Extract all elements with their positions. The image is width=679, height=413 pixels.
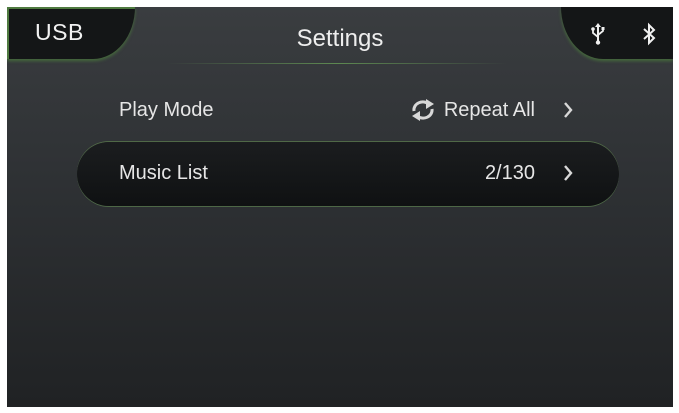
menu-item-music-list[interactable]: Music List 2/130: [77, 142, 619, 206]
title-bar: USB Settings: [7, 7, 673, 64]
title-underline: [167, 63, 507, 64]
usb-icon: [591, 23, 605, 45]
music-list-count: 2/130: [484, 162, 535, 184]
settings-screen: USB Settings Play Mode Repeat All Music …: [7, 7, 673, 407]
menu-item-play-mode[interactable]: Play Mode Repeat All: [77, 79, 619, 143]
bluetooth-icon: [643, 22, 656, 46]
play-mode-value: Repeat All: [443, 99, 535, 121]
repeat-icon: [412, 99, 434, 121]
music-list-label: Music List: [119, 162, 208, 184]
chevron-right-icon: [564, 165, 573, 181]
chevron-right-icon: [564, 102, 573, 118]
play-mode-label: Play Mode: [119, 99, 214, 121]
